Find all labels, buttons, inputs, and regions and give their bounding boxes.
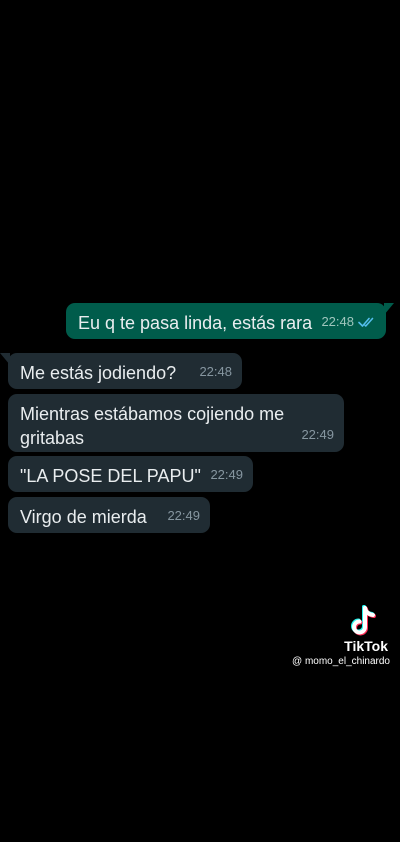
message-meta: 22:49 (167, 504, 200, 528)
tiktok-watermark: TikTok @ momo_el_chinardo (264, 604, 394, 668)
message-time: 22:48 (199, 364, 232, 379)
message-time: 22:49 (167, 508, 200, 523)
message-text: "LA POSE DEL PAPU" (20, 466, 201, 486)
message-time: 22:49 (210, 467, 243, 482)
tiktok-logo-icon (351, 605, 376, 636)
message-bubble-incoming[interactable]: Me estás jodiendo? 22:48 (0, 353, 242, 389)
message-bubble-incoming[interactable]: Virgo de mierda 22:49 (8, 497, 210, 533)
message-bubble-outgoing[interactable]: Eu q te pasa linda, estás rara 22:48 (66, 303, 394, 339)
message-text: Mientras estábamos cojiendo me gritabas (20, 404, 285, 448)
message-meta: 22:48 (321, 310, 376, 334)
message-meta: 22:48 (199, 360, 232, 384)
tiktok-brand-name: TikTok (344, 638, 388, 654)
message-bubble-incoming[interactable]: "LA POSE DEL PAPU" 22:49 (8, 456, 253, 492)
message-bubble-incoming[interactable]: Mientras estábamos cojiendo me gritabas 2… (8, 394, 344, 452)
message-time: 22:49 (301, 427, 334, 442)
message-text: Eu q te pasa linda, estás rara (78, 313, 313, 333)
tiktok-user-handle: @ momo_el_chinardo (292, 656, 390, 667)
message-text: Me estás jodiendo? (20, 363, 177, 383)
message-meta: 22:49 (301, 423, 334, 447)
message-meta: 22:49 (210, 463, 243, 487)
message-text: Virgo de mierda (20, 507, 147, 527)
chat-area: Eu q te pasa linda, estás rara 22:48 Me … (0, 0, 400, 842)
double-check-read-icon (358, 317, 374, 327)
message-time: 22:48 (321, 314, 354, 329)
